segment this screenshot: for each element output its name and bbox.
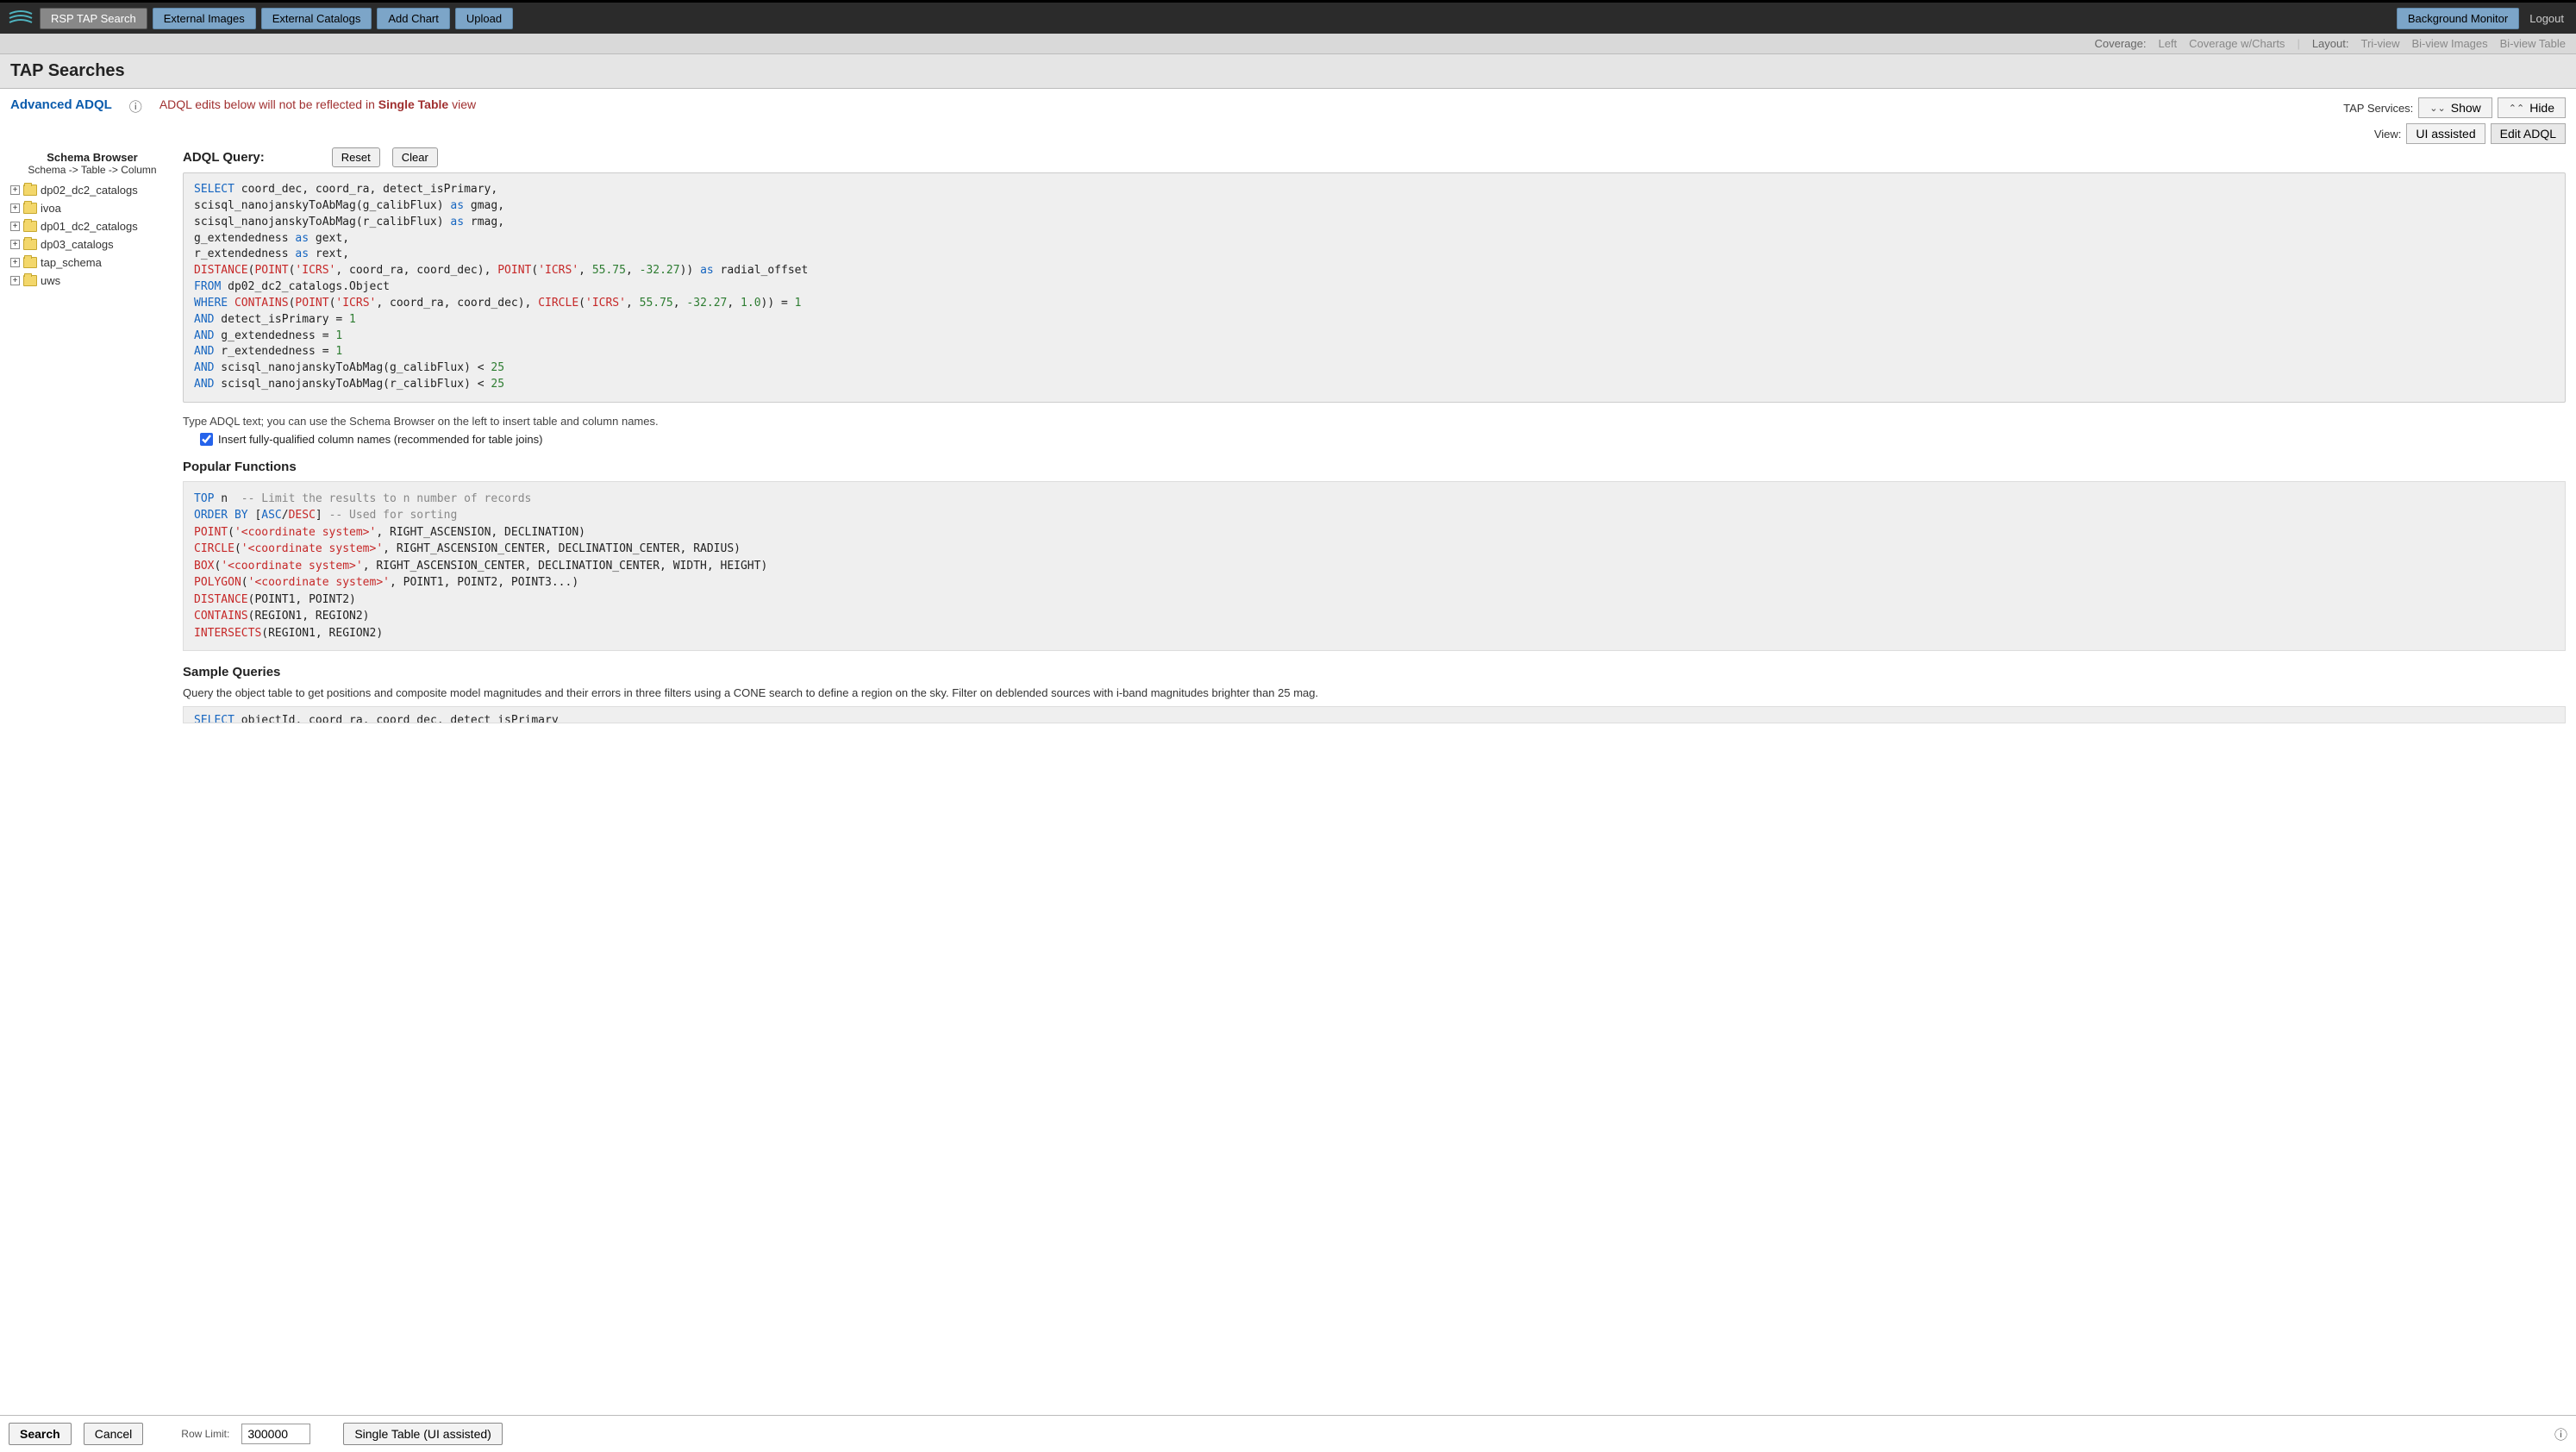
folder-icon (23, 221, 37, 232)
expand-icon[interactable]: + (10, 203, 20, 213)
edit-warning: ADQL edits below will not be reflected i… (159, 97, 476, 111)
schema-browser-sidebar: Schema Browser Schema -> Table -> Column… (10, 147, 174, 1415)
schema-item-uws[interactable]: + uws (10, 272, 174, 290)
cancel-button[interactable]: Cancel (84, 1423, 144, 1445)
chevron-down-double-icon: ⌄⌄ (2429, 103, 2445, 114)
adql-query-editor[interactable]: SELECT coord_dec, coord_ra, detect_isPri… (183, 172, 2566, 403)
background-monitor-button[interactable]: Background Monitor (2397, 8, 2519, 29)
folder-icon (23, 203, 37, 214)
clear-button[interactable]: Clear (392, 147, 438, 167)
reset-button[interactable]: Reset (332, 147, 380, 167)
adql-hint-text: Type ADQL text; you can use the Schema B… (183, 415, 2566, 428)
nav-add-chart[interactable]: Add Chart (377, 8, 450, 29)
chevron-up-double-icon: ⌃⌃ (2509, 103, 2524, 114)
secondary-options-bar: Coverage: Left Coverage w/Charts | Layou… (0, 34, 2576, 54)
schema-browser-subtitle: Schema -> Table -> Column (10, 164, 174, 176)
edit-warning-bold: Single Table (378, 97, 448, 111)
schema-label: dp03_catalogs (41, 238, 114, 251)
schema-item-dp02[interactable]: + dp02_dc2_catalogs (10, 181, 174, 199)
folder-icon (23, 239, 37, 250)
schema-label: ivoa (41, 202, 61, 215)
nav-external-catalogs[interactable]: External Catalogs (261, 8, 372, 29)
schema-browser-title: Schema Browser (10, 151, 174, 164)
row-limit-input[interactable] (241, 1424, 310, 1444)
tap-hide-label: Hide (2529, 101, 2554, 115)
insert-fq-names-label: Insert fully-qualified column names (rec… (218, 433, 542, 446)
schema-label: uws (41, 274, 60, 287)
insert-fq-names-row[interactable]: Insert fully-qualified column names (rec… (200, 433, 2566, 446)
tap-show-button[interactable]: ⌄⌄ Show (2418, 97, 2492, 118)
folder-icon (23, 257, 37, 268)
expand-icon[interactable]: + (10, 276, 20, 285)
folder-icon (23, 275, 37, 286)
layout-label: Layout: (2312, 37, 2349, 50)
main-content: ADQL Query: Reset Clear SELECT coord_dec… (174, 147, 2566, 1415)
help-corner-icon[interactable]: ⓘ (2554, 1425, 2567, 1443)
row-limit-label: Row Limit: (181, 1428, 229, 1440)
view-label: View: (2374, 128, 2402, 141)
schema-item-tapschema[interactable]: + tap_schema (10, 253, 174, 272)
tap-show-label: Show (2451, 101, 2481, 115)
edit-warning-prefix: ADQL edits below will not be reflected i… (159, 97, 378, 111)
sample-queries-title: Sample Queries (183, 665, 2566, 679)
insert-fq-names-checkbox[interactable] (200, 433, 213, 446)
expand-icon[interactable]: + (10, 240, 20, 249)
schema-label: dp01_dc2_catalogs (41, 220, 138, 233)
top-menu-bar: RSP TAP Search External Images External … (0, 0, 2576, 34)
tap-services-label: TAP Services: (2343, 102, 2413, 115)
tap-hide-button[interactable]: ⌃⌃ Hide (2498, 97, 2566, 118)
view-ui-assisted-button[interactable]: UI assisted (2406, 123, 2485, 144)
view-edit-adql-button[interactable]: Edit ADQL (2491, 123, 2566, 144)
coverage-charts-option[interactable]: Coverage w/Charts (2189, 37, 2285, 50)
expand-icon[interactable]: + (10, 222, 20, 231)
folder-icon (23, 185, 37, 196)
service-controls: TAP Services: ⌄⌄ Show ⌃⌃ Hide View: UI ass… (2343, 97, 2566, 144)
schema-item-dp03[interactable]: + dp03_catalogs (10, 235, 174, 253)
expand-icon[interactable]: + (10, 258, 20, 267)
nav-upload[interactable]: Upload (455, 8, 513, 29)
edit-warning-suffix: view (448, 97, 476, 111)
app-logo-icon (7, 6, 34, 30)
schema-item-dp01[interactable]: + dp01_dc2_catalogs (10, 217, 174, 235)
layout-biview-images-option[interactable]: Bi-view Images (2412, 37, 2488, 50)
coverage-label: Coverage: (2094, 37, 2146, 50)
nav-external-images[interactable]: External Images (153, 8, 256, 29)
adql-header-row: Advanced ADQL ⓘ ADQL edits below will no… (0, 89, 2576, 147)
schema-label: dp02_dc2_catalogs (41, 184, 138, 197)
layout-triview-option[interactable]: Tri-view (2360, 37, 2399, 50)
adql-query-title: ADQL Query: (183, 150, 265, 165)
sample-query-description: Query the object table to get positions … (183, 686, 2566, 699)
logout-link[interactable]: Logout (2524, 12, 2569, 25)
coverage-left-option[interactable]: Left (2158, 37, 2177, 50)
schema-item-ivoa[interactable]: + ivoa (10, 199, 174, 217)
search-button[interactable]: Search (9, 1423, 72, 1445)
page-title: TAP Searches (0, 54, 2576, 89)
bottom-action-bar: Search Cancel Row Limit: Single Table (U… (0, 1415, 2576, 1452)
help-icon[interactable]: ⓘ (129, 97, 142, 116)
single-table-button[interactable]: Single Table (UI assisted) (343, 1423, 502, 1445)
layout-biview-table-option[interactable]: Bi-view Table (2500, 37, 2566, 50)
nav-rsp-tap-search[interactable]: RSP TAP Search (40, 8, 147, 29)
sample-query-code: SELECT objectId, coord_ra, coord_dec, de… (183, 706, 2566, 723)
popular-functions-box: TOP n -- Limit the results to n number o… (183, 481, 2566, 652)
expand-icon[interactable]: + (10, 185, 20, 195)
advanced-adql-link[interactable]: Advanced ADQL (10, 97, 112, 112)
schema-label: tap_schema (41, 256, 102, 269)
popular-functions-title: Popular Functions (183, 460, 2566, 474)
